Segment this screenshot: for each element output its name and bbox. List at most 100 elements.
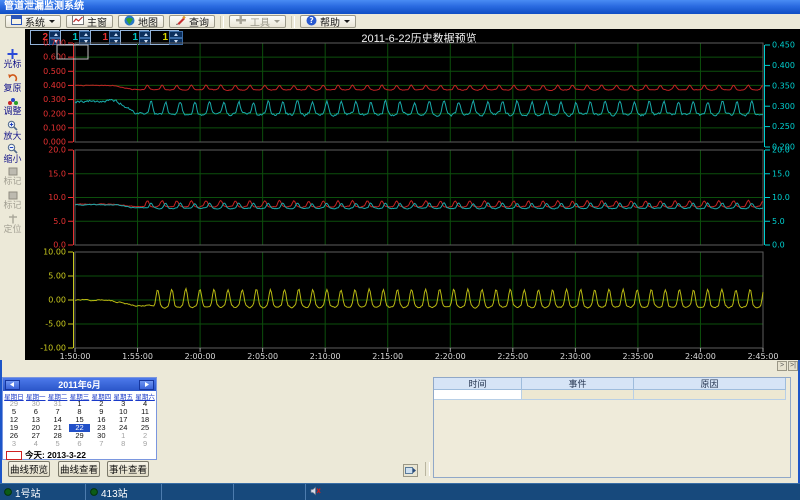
menu-label: 工具 <box>250 14 270 29</box>
help-icon: ? <box>306 15 317 29</box>
tool-label: 标记 <box>0 176 25 186</box>
tool-label: 复原 <box>0 83 25 93</box>
calendar-day[interactable]: 3 <box>3 440 25 448</box>
events-table: 时间事件原因 <box>433 377 791 478</box>
left-tick-label: 0.00 <box>48 296 66 305</box>
tool-光标-0[interactable]: 光标 <box>0 49 25 69</box>
table-cell[interactable] <box>634 390 786 400</box>
splitter-grip[interactable] <box>425 462 430 476</box>
right-tick-label: 20.0 <box>772 146 790 155</box>
window-titlebar[interactable]: 管道泄漏监测系统 <box>0 0 800 14</box>
adjust-icon <box>0 96 25 106</box>
right-tick-label: 15.0 <box>772 169 790 178</box>
menu-label: 帮助 <box>320 14 340 29</box>
statusbar-station-2[interactable]: 413站 <box>86 484 162 500</box>
tool-调整-2[interactable]: 调整 <box>0 96 25 116</box>
mark-icon <box>0 191 25 200</box>
left-tick-label: 0.700 <box>43 39 66 48</box>
tools-icon <box>235 15 247 28</box>
left-tick-label: 20.0 <box>48 146 66 155</box>
calendar-next-button[interactable] <box>139 380 154 390</box>
speaker-muted-icon[interactable] <box>310 483 321 500</box>
column-header-时间[interactable]: 时间 <box>434 378 522 390</box>
x-tick-label: 2:15:00 <box>372 352 403 360</box>
tool-缩小-4[interactable]: 缩小 <box>0 143 25 164</box>
calendar-day[interactable]: 8 <box>112 440 134 448</box>
calendar-day[interactable]: 5 <box>47 440 69 448</box>
tool-标记-5: 标记 <box>0 167 25 186</box>
column-header-事件[interactable]: 事件 <box>522 378 634 390</box>
calendar-prev-button[interactable] <box>5 380 20 390</box>
today-marker-box <box>6 451 22 460</box>
chevron-down-icon <box>344 20 350 23</box>
app-window: 管道泄漏监测系统 系统主窗地图查询工具?帮助 光标复原调整放大缩小标记标记定位 … <box>0 0 800 500</box>
left-tick-label: 5.00 <box>48 272 66 281</box>
left-arrow-icon <box>9 381 16 388</box>
today-label[interactable]: 今天: 2013-3-22 <box>25 449 86 461</box>
station-dot-icon <box>90 483 98 500</box>
svg-text:?: ? <box>309 16 313 25</box>
x-tick-label: 2:40:00 <box>685 352 716 360</box>
left-tick-label: 0.200 <box>43 109 66 118</box>
right-tick-label: 10.0 <box>772 193 790 202</box>
system-icon <box>11 15 22 28</box>
action-曲线预览-button[interactable]: 曲线预览 <box>8 461 50 477</box>
status-bar: 1号站413站 <box>0 483 800 500</box>
action-事件查看-button[interactable]: 事件查看 <box>107 461 149 477</box>
menu-工具-button[interactable]: 工具 <box>229 15 286 28</box>
zoom-out-icon <box>0 143 25 154</box>
scroll-end-button[interactable]: >| <box>788 361 798 371</box>
chart-tools-sidebar: 光标复原调整放大缩小标记标记定位 <box>0 29 25 360</box>
tool-放大-3[interactable]: 放大 <box>0 120 25 141</box>
right-arrow-icon <box>143 381 150 388</box>
statusbar-station-1[interactable]: 1号站 <box>0 484 86 500</box>
menubar: 系统主窗 地图 查询 工具? 帮助 <box>0 14 800 29</box>
charts-svg: 0.7000.6000.5000.4000.3000.2000.1000.000… <box>25 29 800 360</box>
x-tick-label: 1:55:00 <box>122 352 153 360</box>
right-tick-label: 0.450 <box>772 41 795 50</box>
tool-复原-1[interactable]: 复原 <box>0 73 25 93</box>
column-header-原因[interactable]: 原因 <box>634 378 786 390</box>
menu-地图-button[interactable]: 地图 <box>118 15 164 28</box>
mark-icon <box>0 167 25 176</box>
menu-系统-button[interactable]: 系统 <box>5 15 61 28</box>
menu-帮助-button[interactable]: ? 帮助 <box>300 15 356 28</box>
left-tick-label: -5.00 <box>45 320 66 329</box>
plot-border[interactable] <box>75 43 763 142</box>
right-tick-label: 0.300 <box>772 102 795 111</box>
detail-toggle-button[interactable] <box>403 464 418 477</box>
action-曲线查看-button[interactable]: 曲线查看 <box>58 461 100 477</box>
tool-label: 缩小 <box>0 154 25 164</box>
table-cell[interactable] <box>434 390 522 400</box>
calendar-day[interactable]: 7 <box>90 440 112 448</box>
right-tick-label: 0.400 <box>772 61 795 70</box>
x-tick-label: 2:45:00 <box>748 352 779 360</box>
series-ch2-cyan <box>75 203 763 209</box>
table-row[interactable] <box>434 390 790 400</box>
calendar-day[interactable]: 6 <box>69 440 91 448</box>
x-tick-label: 2:00:00 <box>185 352 216 360</box>
left-tick-label: 0.600 <box>43 53 66 62</box>
menu-主窗-button[interactable]: 主窗 <box>66 15 113 28</box>
left-tick-label: 10.00 <box>43 248 66 257</box>
x-tick-label: 2:10:00 <box>310 352 341 360</box>
menu-查询-button[interactable]: 查询 <box>169 15 215 28</box>
menu-label: 地图 <box>138 14 158 29</box>
chevron-down-icon <box>274 20 280 23</box>
tool-label: 调整 <box>0 106 25 116</box>
chart-panel: 2011-6-22历史数据预览 21111 0.7000.6000.5000.4… <box>25 29 800 360</box>
zoom-in-icon <box>0 120 25 131</box>
menubar-separator <box>291 16 295 28</box>
calendar-day[interactable]: 9 <box>134 440 156 448</box>
window-title: 管道泄漏监测系统 <box>4 1 84 12</box>
x-tick-label: 1:50:00 <box>60 352 91 360</box>
x-tick-label: 2:30:00 <box>560 352 591 360</box>
scroll-next-button[interactable]: > <box>777 361 787 371</box>
map-icon <box>124 15 135 29</box>
calendar-day[interactable]: 4 <box>25 440 47 448</box>
table-cell[interactable] <box>522 390 634 400</box>
events-table-header: 时间事件原因 <box>434 378 790 390</box>
right-tick-label: 0.350 <box>772 81 795 90</box>
menu-label: 查询 <box>189 14 209 29</box>
chevron-down-icon <box>49 20 55 23</box>
